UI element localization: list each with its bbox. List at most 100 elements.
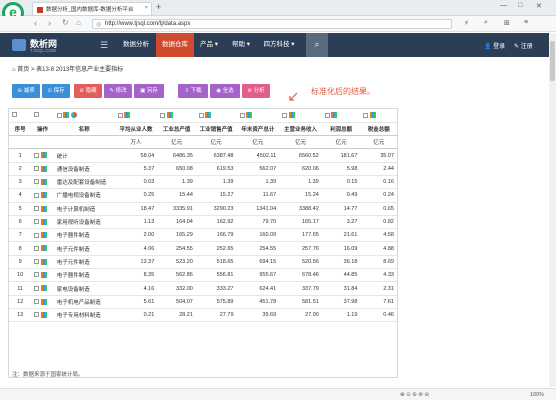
bar-chart-icon[interactable] bbox=[288, 112, 295, 119]
row-value: 332.00 bbox=[157, 281, 196, 296]
bar-chart-icon[interactable] bbox=[166, 112, 173, 119]
browser-tab[interactable]: 数据分析_国内数据库-数据分析平台 × bbox=[32, 2, 152, 15]
bar-chart-icon[interactable] bbox=[40, 178, 47, 185]
new-tab-icon[interactable]: + bbox=[156, 2, 161, 12]
checkbox-icon[interactable] bbox=[198, 112, 204, 118]
bar-chart-icon[interactable] bbox=[40, 205, 47, 212]
save-button[interactable]: ⊙ 保存 bbox=[42, 84, 70, 98]
nav-item-warehouse[interactable]: 数据仓库 bbox=[156, 33, 194, 57]
scrollbar-thumb[interactable] bbox=[550, 41, 555, 81]
search-icon[interactable]: ⌕ bbox=[306, 33, 328, 57]
breadcrumb-text[interactable]: 首页 > 表13-8 2013年信息产业主要指标 bbox=[17, 67, 123, 73]
table-row: 3 雷达及配套设备制造 0.03 1.39 1.39 1.39 1.39 0.15 0.16 bbox=[9, 175, 397, 190]
hamburger-icon[interactable]: ☰ bbox=[100, 40, 108, 51]
zoom-level[interactable]: 100% bbox=[530, 392, 544, 398]
select-all-button[interactable]: ◉ 全选 bbox=[210, 84, 240, 98]
checkbox-icon[interactable] bbox=[239, 112, 245, 118]
site-logo-icon[interactable] bbox=[12, 39, 26, 51]
minimize-icon[interactable]: — bbox=[500, 2, 507, 9]
checkbox-icon[interactable] bbox=[34, 299, 40, 305]
maximize-icon[interactable]: □ bbox=[518, 2, 522, 9]
bar-chart-icon[interactable] bbox=[40, 192, 47, 199]
unit-cell bbox=[9, 135, 32, 150]
row-value: 0.49 bbox=[321, 188, 361, 203]
download-button[interactable]: ⇩ 下载 bbox=[178, 84, 208, 98]
bar-chart-icon[interactable] bbox=[369, 112, 376, 119]
bar-chart-icon[interactable] bbox=[40, 311, 47, 318]
reduce-button[interactable]: ⊖ 减项 bbox=[12, 84, 40, 98]
row-value: 1.39 bbox=[195, 175, 237, 190]
bar-chart-icon[interactable] bbox=[40, 152, 47, 159]
row-value: 3290.23 bbox=[195, 202, 237, 216]
checkbox-icon[interactable] bbox=[34, 312, 40, 318]
col-header-output[interactable]: 工业总产值 bbox=[157, 122, 196, 137]
search-engine-icon[interactable]: ⌕ bbox=[484, 19, 488, 27]
bar-chart-icon[interactable] bbox=[40, 165, 47, 172]
checkbox-icon[interactable] bbox=[34, 285, 40, 291]
nav-item-products[interactable]: 产品 ▾ bbox=[194, 33, 224, 57]
edit-button[interactable]: ✎ 修改 bbox=[104, 84, 132, 98]
extensions-icon[interactable]: ⊞ bbox=[504, 19, 510, 27]
checkbox-icon[interactable] bbox=[363, 112, 369, 118]
nav-item-analysis[interactable]: 数据分析 bbox=[116, 33, 156, 57]
bar-chart-icon[interactable] bbox=[40, 258, 47, 265]
col-header-revenue[interactable]: 主营业务收入 bbox=[279, 122, 322, 137]
bar-chart-icon[interactable] bbox=[40, 285, 47, 292]
checkbox-icon[interactable] bbox=[12, 112, 17, 118]
checkbox-icon[interactable] bbox=[34, 192, 40, 198]
col-header-name[interactable]: 名称 bbox=[53, 122, 115, 137]
checkbox-icon[interactable] bbox=[34, 206, 40, 211]
bar-chart-icon[interactable] bbox=[40, 271, 47, 278]
checkbox-icon[interactable] bbox=[34, 245, 40, 251]
checkbox-icon[interactable] bbox=[34, 232, 40, 238]
bar-chart-icon[interactable] bbox=[205, 112, 212, 119]
nav-item-help[interactable]: 帮助 ▾ bbox=[226, 33, 256, 57]
close-window-icon[interactable]: ✕ bbox=[536, 2, 542, 10]
checkbox-icon[interactable] bbox=[34, 179, 40, 185]
bar-chart-icon[interactable] bbox=[246, 112, 253, 119]
col-header-sales[interactable]: 工业销售产值 bbox=[195, 122, 237, 137]
page-scrollbar[interactable] bbox=[549, 33, 556, 387]
checkbox-icon[interactable] bbox=[324, 112, 330, 118]
col-header-employees[interactable]: 平均从业人数 bbox=[114, 122, 158, 137]
hide-button[interactable]: ⊘ 隐藏 bbox=[74, 84, 102, 98]
forward-icon[interactable]: › bbox=[48, 18, 51, 28]
bar-chart-icon[interactable] bbox=[40, 245, 47, 252]
checkbox-icon[interactable] bbox=[34, 259, 40, 265]
checkbox-icon[interactable] bbox=[117, 112, 123, 118]
checkbox-icon[interactable] bbox=[160, 112, 166, 118]
login-link[interactable]: 👤 登录 bbox=[484, 41, 505, 50]
refresh-icon[interactable]: ↻ bbox=[62, 18, 69, 27]
bar-chart-icon[interactable] bbox=[63, 112, 70, 119]
register-link[interactable]: ✎ 注册 bbox=[514, 41, 533, 50]
col-header-assets[interactable]: 年末资产总计 bbox=[236, 122, 280, 137]
col-header-profit[interactable]: 利润总额 bbox=[321, 122, 361, 137]
bar-chart-icon[interactable] bbox=[331, 112, 338, 119]
checkbox-icon[interactable] bbox=[34, 152, 40, 158]
bar-chart-icon[interactable] bbox=[40, 232, 47, 239]
checkbox-icon[interactable] bbox=[34, 219, 40, 225]
checkbox-icon[interactable] bbox=[56, 112, 62, 118]
checkbox-icon[interactable] bbox=[34, 166, 40, 172]
col-header-tax[interactable]: 税金总额 bbox=[360, 122, 397, 137]
checkbox-icon[interactable] bbox=[34, 272, 40, 278]
bar-chart-icon[interactable] bbox=[124, 112, 131, 119]
bar-chart-icon[interactable] bbox=[40, 218, 47, 225]
save-as-button[interactable]: ▣ 另存 bbox=[134, 84, 164, 98]
checkbox-icon[interactable] bbox=[282, 112, 288, 118]
checkbox-icon[interactable] bbox=[34, 112, 40, 118]
analyze-button[interactable]: ⊛ 分析 bbox=[242, 84, 270, 98]
tab-close-icon[interactable]: × bbox=[145, 5, 148, 11]
lightning-icon[interactable]: ⚡ bbox=[464, 19, 469, 27]
home-crumb-icon[interactable]: ⌂ bbox=[12, 67, 16, 73]
url-input[interactable]: ◎ http://www.tjsql.com/tj/data.aspx bbox=[92, 19, 452, 29]
col-header-index[interactable]: 序号 bbox=[9, 122, 32, 137]
menu-icon[interactable]: ≡ bbox=[524, 19, 528, 26]
row-index: 6 bbox=[9, 215, 32, 230]
back-icon[interactable]: ‹ bbox=[34, 18, 37, 28]
row-index: 7 bbox=[9, 228, 32, 243]
nav-item-company[interactable]: 四方科技 ▾ bbox=[258, 33, 300, 57]
home-icon[interactable]: ⌂ bbox=[76, 18, 81, 27]
pie-chart-icon[interactable] bbox=[70, 112, 77, 119]
bar-chart-icon[interactable] bbox=[40, 298, 47, 305]
